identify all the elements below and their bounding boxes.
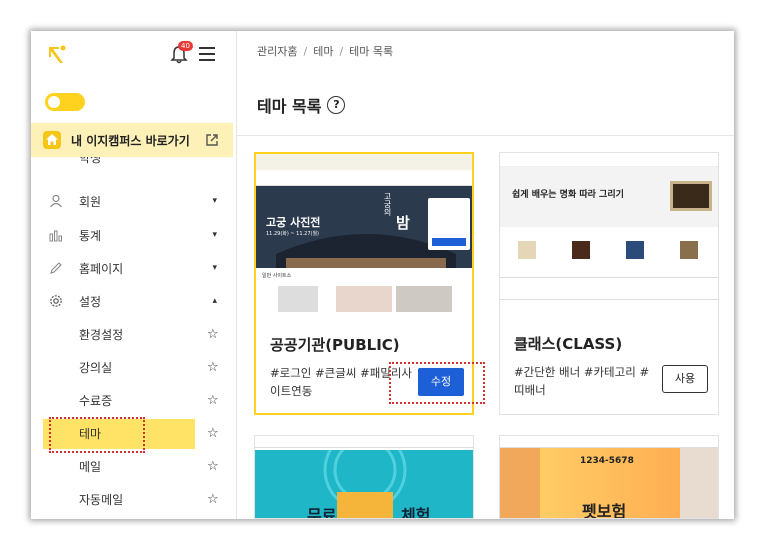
theme-thumbnail: 무료 체험	[255, 436, 473, 518]
home-icon	[43, 131, 61, 149]
star-icon[interactable]: ☆	[207, 492, 219, 507]
breadcrumb-home[interactable]: 관리자홈	[257, 45, 297, 58]
divider	[237, 135, 734, 136]
notification-badge: 40	[178, 41, 193, 51]
sidebar-item-settings[interactable]: 설정 ▴	[31, 285, 233, 317]
theme-thumbnail: 고궁 사진전 11.29(화) ~ 11.27(월) 고궁의 밤 일반 사이트소	[256, 154, 472, 318]
chevron-down-icon: ▾	[212, 263, 217, 273]
sidebar-subitem-classroom[interactable]: 강의실 ☆	[31, 351, 233, 383]
card-title: 클래스(CLASS)	[514, 335, 623, 353]
star-icon[interactable]: ☆	[207, 393, 219, 408]
highlight-box	[389, 362, 485, 404]
sidebar-subitem-auto-mail[interactable]: 자동메일 ☆	[31, 483, 233, 515]
theme-thumbnail: 1234-5678 펫보험	[500, 436, 718, 518]
breadcrumb: 관리자홈 / 테마 / 테마 목록	[257, 45, 394, 58]
sidebar-subitem-env[interactable]: 환경설정 ☆	[31, 318, 233, 350]
theme-card-4[interactable]: 1234-5678 펫보험	[499, 435, 719, 519]
use-button[interactable]: 사용	[662, 365, 708, 393]
logo-icon[interactable]	[45, 43, 69, 67]
theme-card-3[interactable]: 무료 체험	[254, 435, 474, 519]
campus-link-label: 내 이지캠퍼스 바로가기	[71, 133, 190, 148]
breadcrumb-theme[interactable]: 테마	[313, 45, 333, 58]
star-icon[interactable]: ☆	[207, 327, 219, 342]
theme-card-class[interactable]: 쉽게 배우는 명화 따라 그리기 클래스(CLASS) #간단한 배너 #카테고…	[499, 152, 719, 415]
chevron-down-icon: ▾	[212, 196, 217, 206]
main-content: 관리자홈 / 테마 / 테마 목록 테마 목록 ? 고궁 사진전 11.29(화) ~ …	[237, 31, 734, 519]
star-icon[interactable]: ☆	[207, 360, 219, 375]
theme-toggle[interactable]	[45, 93, 85, 111]
bar-chart-icon	[49, 230, 62, 242]
external-link-icon	[206, 134, 218, 146]
campus-link[interactable]: 내 이지캠퍼스 바로가기	[31, 123, 233, 157]
star-icon[interactable]: ☆	[207, 426, 219, 441]
app-window: 40 내 이지캠퍼스 바로가기 학생 회원 ▾ 통계 ▾ 홈페이지 ▾ 설정 ▴…	[31, 31, 734, 519]
chevron-down-icon: ▾	[212, 230, 217, 240]
sidebar-item-homepage[interactable]: 홈페이지 ▾	[31, 252, 233, 284]
theme-thumbnail: 쉽게 배우는 명화 따라 그리기	[500, 153, 718, 317]
help-icon[interactable]: ?	[327, 96, 346, 114]
star-icon[interactable]: ☆	[207, 459, 219, 474]
sidebar-subitem-certificate[interactable]: 수료증 ☆	[31, 384, 233, 416]
user-icon	[50, 194, 62, 208]
sidebar-item-partial[interactable]: 학생	[31, 157, 233, 173]
menu-icon[interactable]	[199, 47, 215, 61]
pencil-icon	[50, 262, 62, 274]
card-tags: #간단한 배너 #카테고리 #띠배너	[514, 365, 650, 397]
breadcrumb-current: 테마 목록	[349, 45, 394, 58]
page-title: 테마 목록 ?	[257, 93, 346, 117]
sidebar: 40 내 이지캠퍼스 바로가기 학생 회원 ▾ 통계 ▾ 홈페이지 ▾ 설정 ▴…	[31, 31, 237, 519]
chevron-up-icon: ▴	[212, 296, 217, 306]
card-title: 공공기관(PUBLIC)	[270, 336, 400, 354]
sidebar-item-stats[interactable]: 통계 ▾	[31, 219, 233, 251]
sidebar-subitem-mail[interactable]: 메일 ☆	[31, 450, 233, 482]
gear-icon	[50, 295, 62, 307]
sidebar-item-members[interactable]: 회원 ▾	[31, 185, 233, 217]
